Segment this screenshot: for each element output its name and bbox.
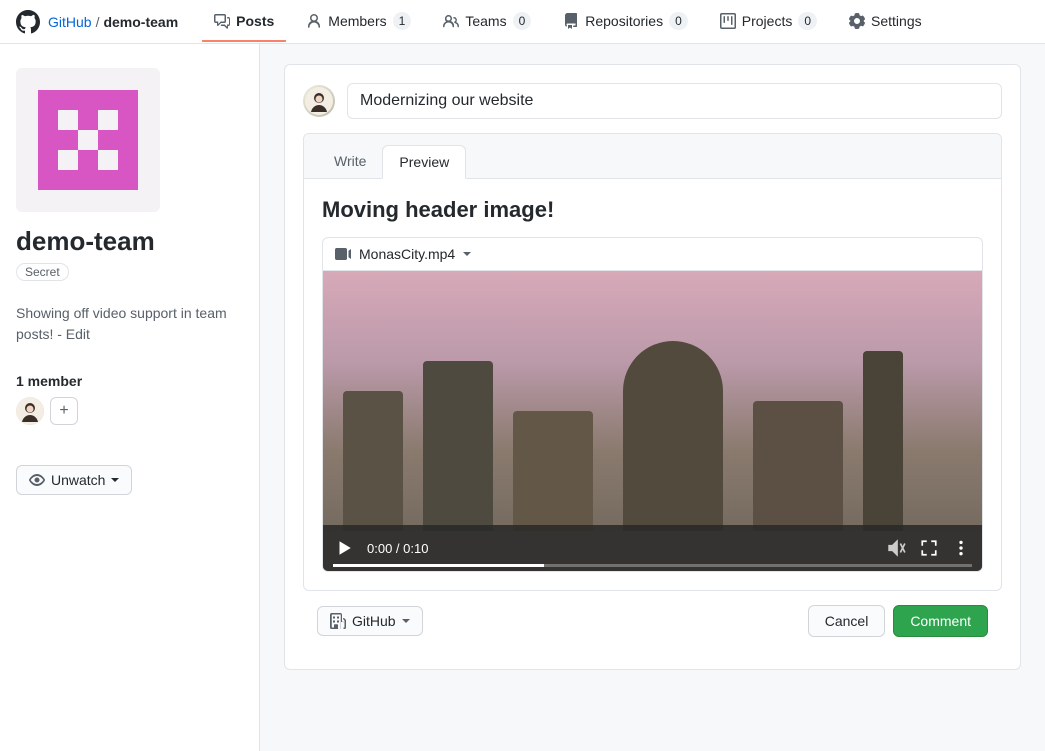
post-author-avatar[interactable] xyxy=(303,85,335,117)
repo-icon xyxy=(563,13,579,29)
unwatch-label: Unwatch xyxy=(51,472,105,488)
people-icon xyxy=(443,13,459,29)
project-icon xyxy=(720,13,736,29)
preview-heading: Moving header image! xyxy=(322,197,983,223)
video-progress[interactable] xyxy=(333,564,972,567)
kebab-icon xyxy=(952,539,970,557)
tab-members-label: Members xyxy=(328,13,386,29)
team-avatar xyxy=(16,68,160,212)
fullscreen-icon xyxy=(920,539,938,557)
unwatch-button[interactable]: Unwatch xyxy=(16,465,132,495)
video-player[interactable]: 0:00 / 0:10 xyxy=(323,271,982,571)
members-count-label: 1 member xyxy=(16,373,243,389)
tab-projects[interactable]: Projects 0 xyxy=(708,2,829,42)
play-icon xyxy=(335,539,353,557)
caret-down-icon xyxy=(111,478,119,482)
breadcrumb-separator: / xyxy=(96,14,100,30)
org-dropdown-label: GitHub xyxy=(352,613,396,629)
gear-icon xyxy=(849,13,865,29)
breadcrumb: GitHub / demo-team xyxy=(48,14,178,30)
breadcrumb-org-link[interactable]: GitHub xyxy=(48,14,92,30)
caret-down-icon xyxy=(402,619,410,623)
tab-teams[interactable]: Teams 0 xyxy=(431,2,543,42)
team-description: Showing off video support in team posts!… xyxy=(16,303,243,345)
organization-icon xyxy=(330,613,346,629)
github-logo[interactable] xyxy=(16,10,40,34)
tab-repositories[interactable]: Repositories 0 xyxy=(551,2,700,42)
tab-members-count: 1 xyxy=(393,12,412,30)
tab-settings[interactable]: Settings xyxy=(837,2,934,42)
tab-projects-label: Projects xyxy=(742,13,793,29)
volume-icon xyxy=(888,539,906,557)
caret-down-icon[interactable] xyxy=(463,252,471,256)
comment-button[interactable]: Comment xyxy=(893,605,988,637)
editor-tab-write[interactable]: Write xyxy=(318,145,382,179)
video-menu-button[interactable] xyxy=(952,539,970,557)
add-member-button[interactable]: + xyxy=(50,397,78,425)
tab-settings-label: Settings xyxy=(871,13,922,29)
eye-icon xyxy=(29,472,45,488)
fullscreen-button[interactable] xyxy=(920,539,938,557)
cancel-button[interactable]: Cancel xyxy=(808,605,886,637)
member-avatar[interactable] xyxy=(16,397,44,425)
team-name: demo-team xyxy=(16,226,243,257)
tab-projects-count: 0 xyxy=(798,12,817,30)
visibility-badge: Secret xyxy=(16,263,69,281)
comment-discussion-icon xyxy=(214,13,230,29)
tab-teams-count: 0 xyxy=(513,12,532,30)
org-dropdown[interactable]: GitHub xyxy=(317,606,423,636)
play-button[interactable] xyxy=(335,539,353,557)
tab-repositories-label: Repositories xyxy=(585,13,663,29)
video-attachment: MonasCity.mp4 xyxy=(322,237,983,572)
volume-button[interactable] xyxy=(888,539,906,557)
person-icon xyxy=(306,13,322,29)
tab-members[interactable]: Members 1 xyxy=(294,2,423,42)
tab-posts-label: Posts xyxy=(236,13,274,29)
tab-repositories-count: 0 xyxy=(669,12,688,30)
tab-teams-label: Teams xyxy=(465,13,506,29)
breadcrumb-team[interactable]: demo-team xyxy=(103,14,178,30)
video-filename: MonasCity.mp4 xyxy=(359,246,455,262)
tab-posts[interactable]: Posts xyxy=(202,2,286,42)
editor-tab-preview[interactable]: Preview xyxy=(382,145,466,179)
video-time: 0:00 / 0:10 xyxy=(367,541,428,556)
video-icon xyxy=(335,246,351,262)
post-title-input[interactable] xyxy=(347,83,1002,119)
